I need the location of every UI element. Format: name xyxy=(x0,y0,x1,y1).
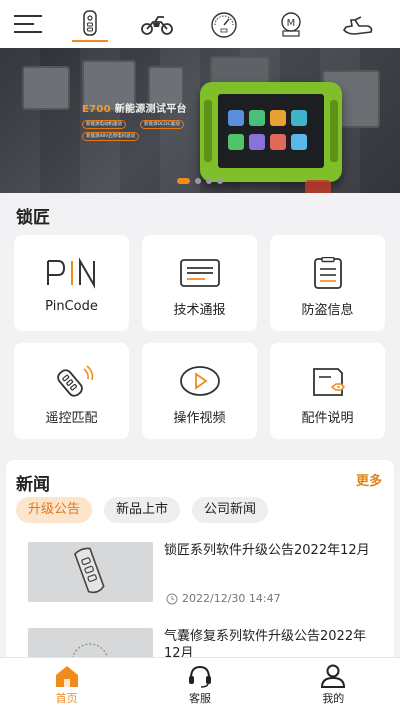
promo-banner[interactable]: E700 新能源测试平台 新能源电动机驱动 新能源DCDC驱动 新能源48V启停… xyxy=(0,48,400,193)
more-link[interactable]: 更多 xyxy=(356,470,382,489)
pagination-dot[interactable] xyxy=(177,178,190,184)
news-bulletin-icon xyxy=(179,259,220,287)
card-label: 操作视频 xyxy=(173,411,226,426)
banner-title: E700 新能源测试平台 xyxy=(82,104,187,115)
banner-pagination xyxy=(0,178,400,184)
card-remote-match[interactable]: 遥控匹配 xyxy=(14,343,129,439)
banner-chip: 新能源DCDC驱动 xyxy=(140,120,184,129)
news-item-title: 锁匠系列软件升级公告2022年12月 xyxy=(164,543,370,558)
pagination-dot[interactable] xyxy=(195,178,201,184)
nav-label: 首页 xyxy=(55,692,78,705)
nav-home[interactable]: 首页 xyxy=(0,658,133,711)
news-item-time: 2022/12/30 14:47 xyxy=(166,592,281,605)
top-bar: M xyxy=(0,0,400,48)
news-thumbnail xyxy=(28,542,153,602)
banner-chip: 新能源电动机驱动 xyxy=(82,120,126,129)
car-key-icon[interactable] xyxy=(64,0,116,48)
card-label: 遥控匹配 xyxy=(45,411,98,426)
card-anti-theft-info[interactable]: 防盗信息 xyxy=(270,235,385,331)
banner-chip: 新能源48V启停电机驱动 xyxy=(82,132,140,141)
clipboard-icon xyxy=(313,257,342,289)
pagination-dot[interactable] xyxy=(206,178,212,184)
nav-label: 我的 xyxy=(322,692,345,705)
play-video-icon xyxy=(179,366,220,396)
svg-text:M: M xyxy=(287,18,296,29)
jet-ski-icon[interactable] xyxy=(332,0,384,48)
tablet-device-image xyxy=(200,82,342,182)
card-label: PinCode xyxy=(45,299,98,314)
locksmith-section-title: 锁匠 xyxy=(16,208,50,228)
car-key-fob-icon xyxy=(74,547,105,594)
headset-icon xyxy=(188,665,211,688)
home-icon xyxy=(55,666,78,687)
motor-badge-icon[interactable]: M xyxy=(265,0,317,48)
news-item[interactable]: 气囊修复系列软件升级公告2022年12月 xyxy=(6,628,394,660)
news-item-title: 气囊修复系列软件升级公告2022年12月 xyxy=(164,629,367,660)
bottom-nav: 首页 客服 我的 xyxy=(0,657,400,711)
card-label: 配件说明 xyxy=(301,411,354,426)
pin-code-icon xyxy=(46,257,95,289)
speedometer-icon[interactable] xyxy=(198,0,250,48)
card-operation-video[interactable]: 操作视频 xyxy=(142,343,257,439)
tab-company-news[interactable]: 公司新闻 xyxy=(192,497,269,523)
news-tabs: 升级公告 新品上市 公司新闻 xyxy=(16,497,269,523)
user-icon xyxy=(321,664,346,688)
pagination-dot[interactable] xyxy=(217,178,223,184)
nav-customer-service[interactable]: 客服 xyxy=(133,658,266,711)
gauge-dial-icon xyxy=(71,643,109,660)
news-panel: 新闻 更多 升级公告 新品上市 公司新闻 锁匠系列软件升级公告2022年12月 … xyxy=(6,460,394,660)
card-accessory-guide[interactable]: 配件说明 xyxy=(270,343,385,439)
hamburger-menu-icon[interactable] xyxy=(0,0,56,48)
nav-profile[interactable]: 我的 xyxy=(267,658,400,711)
card-pincode[interactable]: PinCode xyxy=(14,235,129,331)
accessory-tag-icon xyxy=(312,368,345,396)
tab-new-products[interactable]: 新品上市 xyxy=(104,497,181,523)
card-label: 技术通报 xyxy=(173,303,226,318)
clock-icon xyxy=(166,593,178,604)
locksmith-grid: PinCode 技术通报 防盗信息 遥控匹配 操作视频 配件说明 xyxy=(14,235,386,439)
card-label: 防盗信息 xyxy=(301,303,354,318)
nav-label: 客服 xyxy=(188,692,211,705)
card-tech-bulletin[interactable]: 技术通报 xyxy=(142,235,257,331)
tab-upgrade-notice[interactable]: 升级公告 xyxy=(16,497,93,523)
news-item-time-text: 2022/12/30 14:47 xyxy=(182,592,281,605)
remote-key-icon xyxy=(56,365,93,397)
news-item[interactable]: 锁匠系列软件升级公告2022年12月 2022/12/30 14:47 xyxy=(6,542,394,612)
category-tabs: M xyxy=(56,0,400,48)
motorcycle-icon[interactable] xyxy=(131,0,183,48)
news-thumbnail xyxy=(28,628,153,660)
news-title: 新闻 xyxy=(16,475,50,495)
